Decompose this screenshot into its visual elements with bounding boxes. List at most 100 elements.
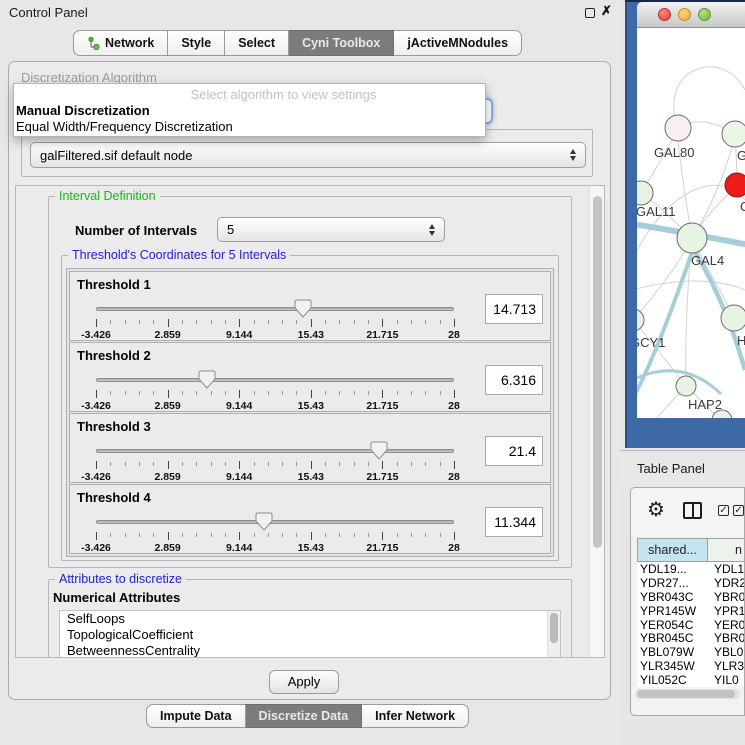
table-row[interactable]: YDL19...YDL1 (637, 562, 745, 576)
slider-thumb-icon[interactable] (370, 441, 388, 460)
tab-infer-network[interactable]: Infer Network (362, 704, 469, 728)
network-node[interactable] (676, 376, 696, 396)
threshold-slider[interactable]: -3.4262.8599.14415.4321.71528 (96, 511, 454, 555)
threshold-slider[interactable]: -3.4262.8599.14415.4321.71528 (96, 440, 454, 484)
checkbox-icon[interactable]: ✓ (733, 505, 744, 516)
table-row[interactable]: YPR145WYPR1 (637, 604, 745, 618)
scrollbar-thumb[interactable] (593, 196, 602, 548)
attribute-list-item[interactable]: BetweennessCentrality (60, 643, 560, 658)
threshold-value-field[interactable]: 11.344 (485, 507, 543, 537)
cell-shared-name[interactable]: YDR27... (637, 576, 708, 590)
thresholds-group: Threshold's Coordinates for 5 Intervals … (61, 255, 559, 561)
tab-discretize-data[interactable]: Discretize Data (246, 704, 363, 728)
cell-name[interactable]: YLR3 (708, 659, 745, 673)
slider-thumb-icon[interactable] (255, 512, 273, 531)
close-icon[interactable]: ✗ (601, 3, 612, 19)
slider-track[interactable] (96, 307, 454, 311)
numerical-attributes-list[interactable]: SelfLoopsTopologicalCoefficientBetweenne… (59, 610, 561, 658)
cell-shared-name[interactable]: YBR043C (637, 590, 708, 604)
tab-jactivemnodules[interactable]: jActiveMNodules (394, 30, 522, 56)
table-row[interactable]: YBR043CYBR0 (637, 590, 745, 604)
columns-icon[interactable] (683, 502, 702, 519)
number-of-intervals-label: Number of Intervals (75, 223, 197, 238)
column-header-shared-name[interactable]: shared... (637, 539, 708, 561)
table-rows: YDL19...YDL1YDR27...YDR2YBR043CYBR0YPR14… (637, 562, 745, 687)
control-panel: Control Panel ✗ Network Style Select Cyn… (0, 0, 620, 745)
cell-shared-name[interactable]: YBR045C (637, 631, 708, 645)
table-row[interactable]: YER054CYER0 (637, 618, 745, 632)
table-horizontal-scrollbar[interactable] (635, 689, 740, 699)
slider-thumb-icon[interactable] (198, 370, 216, 389)
network-node[interactable] (637, 181, 653, 205)
cell-name[interactable]: YDL1 (708, 562, 745, 576)
number-of-intervals-value: 5 (227, 222, 234, 237)
network-node[interactable] (721, 305, 745, 331)
tab-impute-data[interactable]: Impute Data (146, 704, 246, 728)
settings-vertical-scrollbar[interactable] (589, 186, 604, 657)
cell-name[interactable]: YBR0 (708, 590, 745, 604)
network-window-titlebar[interactable] (637, 2, 745, 28)
dropdown-item-manual-discretization[interactable]: Manual Discretization (14, 103, 485, 119)
apply-button[interactable]: Apply (269, 670, 339, 694)
dropdown-item-equal-width-frequency[interactable]: Equal Width/Frequency Discretization (14, 119, 485, 135)
table-row[interactable]: YDR27...YDR2 (637, 576, 745, 590)
tab-cyni-toolbox[interactable]: Cyni Toolbox (289, 30, 394, 56)
network-node[interactable] (725, 173, 745, 197)
table-row[interactable]: YIL052CYIL0 (637, 673, 745, 687)
tab-select[interactable]: Select (225, 30, 289, 56)
cell-name[interactable]: YER0 (708, 618, 745, 632)
threshold-label: Threshold 1 (77, 277, 151, 292)
cell-name[interactable]: YBR0 (708, 631, 745, 645)
network-node[interactable] (722, 121, 745, 147)
tab-style[interactable]: Style (168, 30, 225, 56)
close-traffic-light-icon[interactable] (658, 8, 671, 21)
slider-thumb-icon[interactable] (294, 299, 312, 318)
cell-shared-name[interactable]: YPR145W (637, 604, 708, 618)
threshold-value-field[interactable]: 14.713 (485, 294, 543, 324)
attributes-scrollbar[interactable] (547, 611, 560, 658)
table-data-combobox[interactable]: galFiltered.sif default node (30, 142, 586, 168)
threshold-slider[interactable]: -3.4262.8599.14415.4321.71528 (96, 298, 454, 342)
cell-shared-name[interactable]: YLR345W (637, 659, 708, 673)
cell-name[interactable]: YPR1 (708, 604, 745, 618)
scrollbar-thumb[interactable] (637, 690, 735, 698)
table-panel-title: Table Panel (637, 461, 705, 476)
threshold-stack: Threshold 1 -3.4262.8599.14415.4321.71528… (66, 268, 554, 557)
cell-shared-name[interactable]: YER054C (637, 618, 708, 632)
cell-name[interactable]: YIL0 (708, 673, 745, 687)
float-window-icon[interactable] (585, 8, 595, 18)
slider-track[interactable] (96, 378, 454, 382)
slider-ticks (96, 532, 454, 540)
checkbox-icon[interactable]: ✓ (718, 505, 729, 516)
tab-network[interactable]: Network (73, 30, 168, 56)
network-node[interactable] (677, 223, 707, 253)
threshold-value-field[interactable]: 6.316 (485, 365, 543, 395)
network-node[interactable] (665, 115, 691, 141)
table-row[interactable]: YLR345WYLR3 (637, 659, 745, 673)
network-icon (87, 36, 100, 50)
threshold-value-field[interactable]: 21.4 (485, 436, 543, 466)
attribute-list-item[interactable]: SelfLoops (60, 611, 560, 627)
numerical-attributes-label: Numerical Attributes (53, 590, 180, 605)
table-data-selected-value: galFiltered.sif default node (40, 148, 192, 163)
cell-name[interactable]: YBL0 (708, 645, 745, 659)
cell-shared-name[interactable]: YBL079W (637, 645, 708, 659)
attribute-list-item[interactable]: TopologicalCoefficient (60, 627, 560, 643)
cell-name[interactable]: YDR2 (708, 576, 745, 590)
slider-track[interactable] (96, 449, 454, 453)
scrollbar-thumb[interactable] (550, 613, 558, 643)
zoom-traffic-light-icon[interactable] (698, 8, 711, 21)
number-of-intervals-combobox[interactable]: 5 (217, 217, 445, 242)
interval-definition-title: Interval Definition (55, 189, 160, 203)
cell-shared-name[interactable]: YIL052C (637, 673, 708, 687)
column-header-name[interactable]: n (708, 539, 745, 561)
network-canvas[interactable]: GAL80GCGAL11GAL4GCY1HHAP2 (637, 28, 745, 418)
table-row[interactable]: YBR045CYBR0 (637, 631, 745, 645)
table-row[interactable]: YBL079WYBL0 (637, 645, 745, 659)
gear-icon[interactable]: ⚙ (647, 497, 665, 522)
slider-track[interactable] (96, 520, 454, 524)
network-node[interactable] (637, 309, 644, 331)
threshold-slider[interactable]: -3.4262.8599.14415.4321.71528 (96, 369, 454, 413)
minimize-traffic-light-icon[interactable] (678, 8, 691, 21)
cell-shared-name[interactable]: YDL19... (637, 562, 708, 576)
